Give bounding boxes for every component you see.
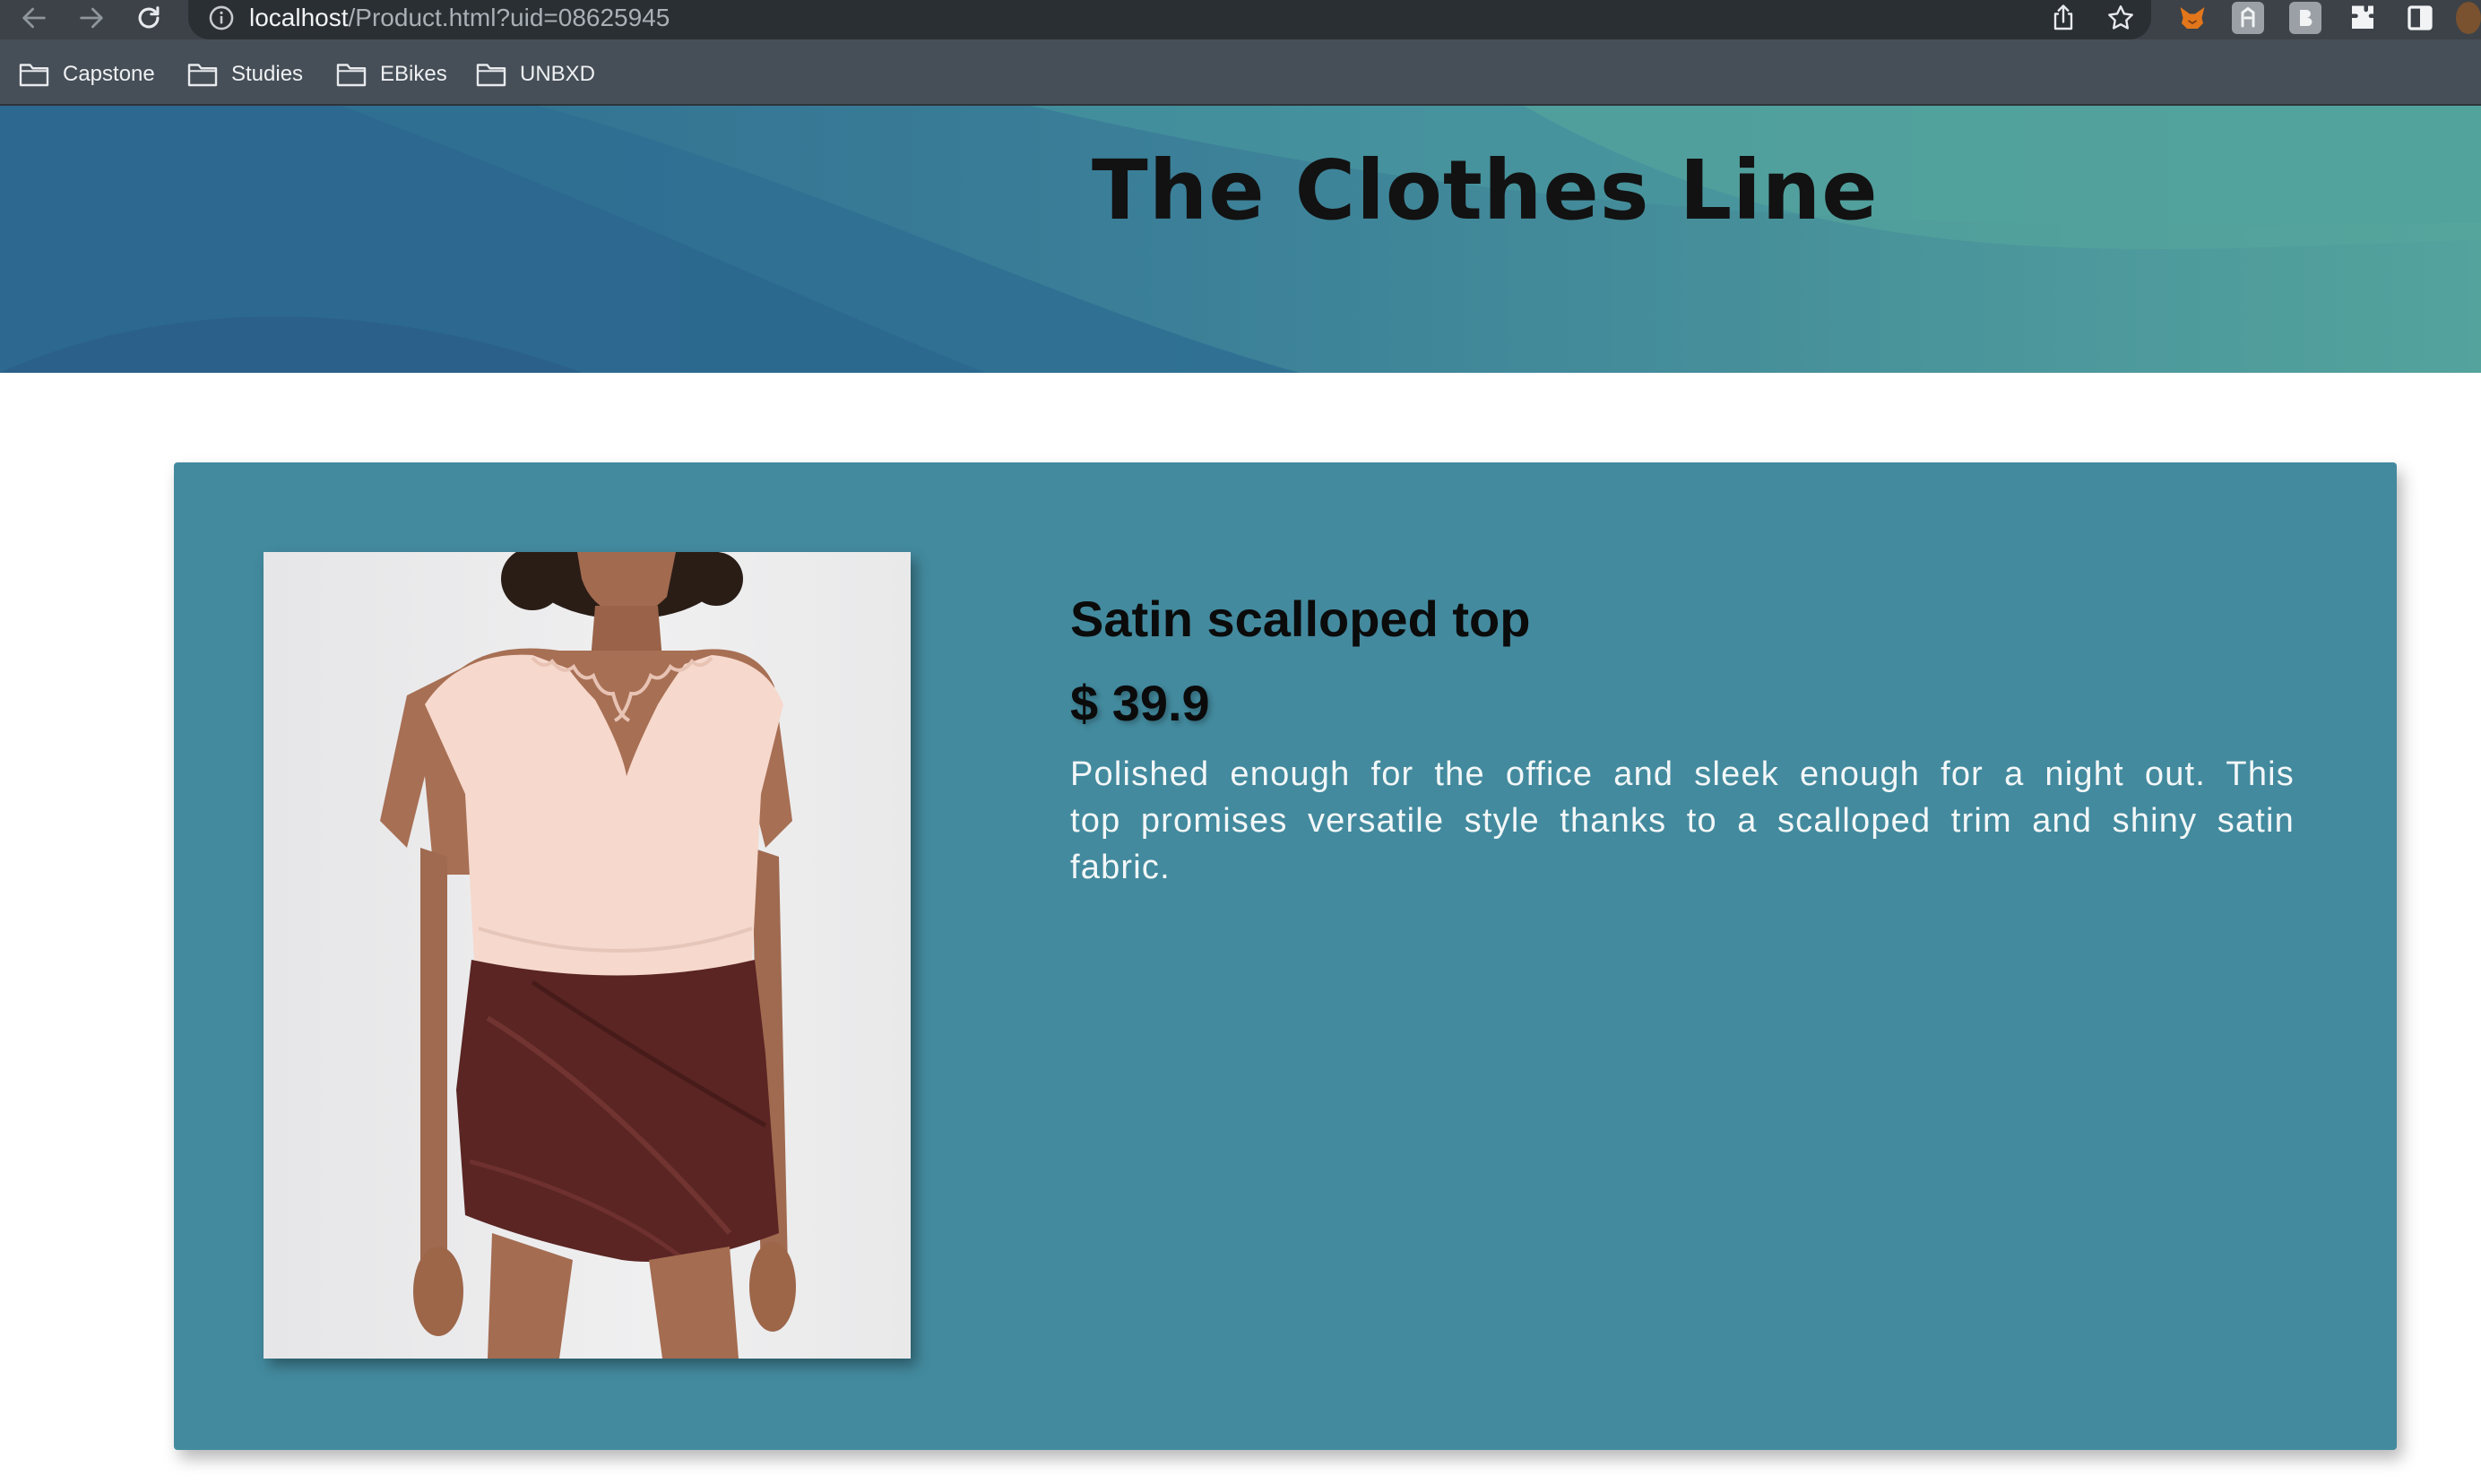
site-header-banner: The Clothes Line <box>0 106 2481 373</box>
forward-button[interactable] <box>72 0 111 36</box>
profile-avatar[interactable] <box>2456 2 2481 34</box>
bookmark-label: Studies <box>231 62 304 86</box>
reload-button[interactable] <box>129 0 169 36</box>
product-description: Polished enough for the office and sleek… <box>1070 755 2295 886</box>
extensions-button[interactable] <box>2347 2 2379 34</box>
extension-b-icon[interactable] <box>2289 2 2321 34</box>
site-title: The Clothes Line <box>1092 142 1879 238</box>
folder-icon <box>336 64 367 87</box>
bookmark-label: Capstone <box>63 62 155 86</box>
bookmark-folder-studies[interactable]: Studies <box>186 59 303 90</box>
side-panel-icon <box>2408 5 2433 30</box>
bookmark-folder-ebikes[interactable]: EBikes <box>335 59 447 90</box>
glyph-a-icon <box>2241 6 2255 28</box>
share-icon[interactable] <box>2047 2 2079 34</box>
product-card: Satin scalloped top $ 39.9 Polished enou… <box>174 462 2397 1450</box>
reload-icon <box>138 6 160 29</box>
bookmark-label: UNBXD <box>520 62 596 86</box>
extension-a-icon[interactable] <box>2232 2 2264 34</box>
address-bar[interactable]: localhost/Product.html?uid=08625945 <box>188 0 2151 39</box>
arrow-right-icon <box>80 7 103 29</box>
model-illustration <box>380 552 796 1359</box>
glyph-b-icon <box>2300 10 2312 26</box>
url-text[interactable]: localhost/Product.html?uid=08625945 <box>249 1 670 35</box>
puzzle-icon <box>2352 5 2373 29</box>
product-name: Satin scalloped top <box>1070 591 1531 647</box>
folder-icon <box>187 64 218 87</box>
product-price: $ 39.9 <box>1070 675 1210 731</box>
bookmark-folder-capstone[interactable]: Capstone <box>18 59 155 90</box>
bookmark-label: EBikes <box>380 62 447 86</box>
info-icon[interactable] <box>206 3 237 33</box>
fox-icon <box>2180 7 2205 29</box>
bookmarks-bar: Capstone Studies EBikes UNBXD <box>0 39 2481 106</box>
star-icon[interactable] <box>2105 2 2137 34</box>
metamask-extension-icon[interactable] <box>2176 2 2209 34</box>
folder-icon <box>476 64 506 87</box>
arrow-left-icon <box>22 7 46 29</box>
url-path: /Product.html?uid=08625945 <box>348 4 670 31</box>
product-image <box>264 552 911 1359</box>
back-button[interactable] <box>14 0 54 36</box>
url-host: localhost <box>249 4 349 31</box>
bookmark-folder-unbxd[interactable]: UNBXD <box>475 59 595 90</box>
product-details: Satin scalloped top $ 39.9 Polished enou… <box>1070 588 2295 891</box>
folder-icon <box>19 64 49 87</box>
side-panel-button[interactable] <box>2404 2 2436 34</box>
browser-toolbar: localhost/Product.html?uid=08625945 <box>0 0 2481 39</box>
